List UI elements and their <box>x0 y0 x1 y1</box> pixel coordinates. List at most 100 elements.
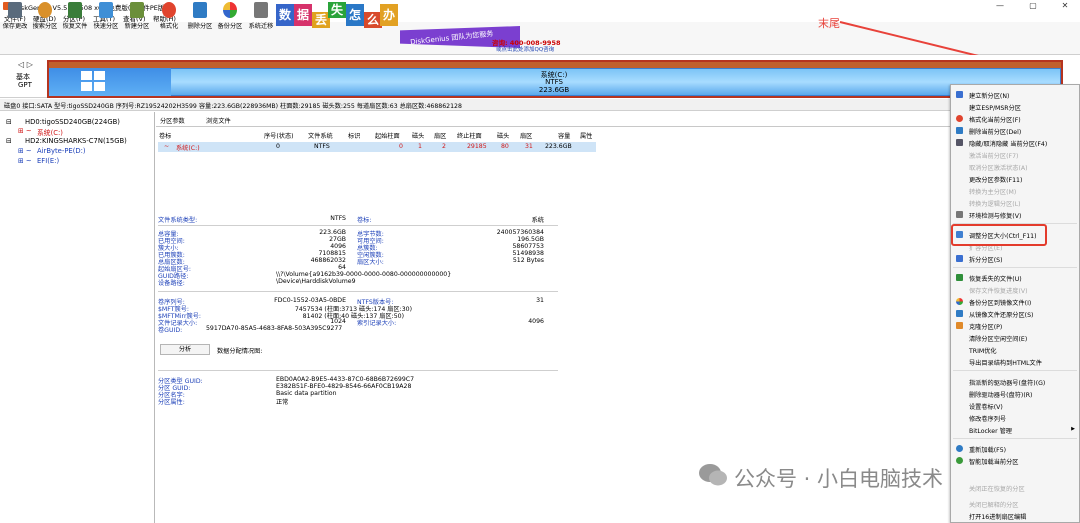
menu-item-trim[interactable]: TRIM优化 <box>951 344 1079 355</box>
col-capacity[interactable]: 容量 <box>558 131 570 140</box>
analyze-button[interactable]: 分析 <box>160 344 210 355</box>
save-changes-button[interactable]: 保存更改 <box>3 2 27 32</box>
banner-qq-link[interactable]: 或点击此处添加QQ咨询 <box>496 45 554 53</box>
col-label[interactable]: 卷标 <box>159 131 171 140</box>
detail-label: NTFS版本号: <box>357 299 394 306</box>
col-index[interactable]: 序号(状态) <box>264 131 294 140</box>
menu-item-bitlocker[interactable]: BitLocker 管理 ▶ <box>951 424 1079 435</box>
banner-char: 数 <box>276 4 294 26</box>
disk-nav-arrows[interactable]: ◁ ▷ <box>18 60 33 69</box>
menu-item-backup-image[interactable]: 备份分区到镜像文件(I) <box>951 296 1079 307</box>
menu-item-smart-load[interactable]: 智能加载当前分区 <box>951 455 1079 466</box>
recover-files-button[interactable]: 恢复文件 <box>63 2 87 32</box>
tree-item-airbyte[interactable]: AirByte-PE(D:) <box>37 147 86 155</box>
tree-item-efi[interactable]: EFI(E:) <box>37 157 59 165</box>
windows-logo-icon <box>81 71 105 91</box>
partition-fs: NTFS <box>545 78 563 86</box>
col-head2[interactable]: 磁头 <box>497 131 509 140</box>
col-end-cyl[interactable]: 终止柱面 <box>457 131 482 140</box>
highlight-box <box>951 224 1047 246</box>
tree-expand-icon[interactable]: ⊞ ~ <box>18 127 32 135</box>
detail-value: 27GB <box>329 236 346 243</box>
menu-item-esp-msr[interactable]: 建立ESP/MSR分区 <box>951 101 1079 112</box>
menu-item-save-progress[interactable]: 保存文件恢复进度(V) <box>951 284 1079 295</box>
trash-icon <box>956 127 963 134</box>
detail-value: 512 Bytes <box>512 257 544 264</box>
backup-icon <box>223 2 237 18</box>
col-id[interactable]: 标识 <box>348 131 360 140</box>
divider <box>158 291 558 292</box>
format-button[interactable]: 格式化 <box>158 2 180 32</box>
smart-load-icon <box>956 457 963 464</box>
detail-value: 正常 <box>276 399 289 406</box>
fs-type-value: NTFS <box>330 215 346 222</box>
menu-item-split[interactable]: 拆分分区(S) <box>951 253 1079 264</box>
cell-end-cyl: 29185 <box>467 143 487 150</box>
tree-item-hd0[interactable]: HD0:tigoSSD240GB(224GB) <box>25 118 120 126</box>
menu-item-delete[interactable]: 删除当前分区(Del) <box>951 125 1079 136</box>
quick-partition-button[interactable]: 快速分区 <box>94 2 118 32</box>
menu-item-change-serial[interactable]: 修改卷序列号 <box>951 412 1079 423</box>
menu-item-recover[interactable]: 恢复丢失的文件(U) <box>951 272 1079 283</box>
tree-expand-icon[interactable]: ⊟ <box>6 137 12 145</box>
backup-partition-button[interactable]: 备份分区 <box>218 2 242 32</box>
detail-value: Basic data partition <box>276 390 337 397</box>
menu-item-close-recovering[interactable]: 关闭正在恢复的分区 <box>951 482 1079 493</box>
delete-partition-button[interactable]: 删除分区 <box>188 2 212 32</box>
menu-item-to-logical[interactable]: 转换为逻辑分区(L) <box>951 197 1079 208</box>
banner-char: 据 <box>294 4 312 26</box>
col-sector2[interactable]: 扇区 <box>520 131 532 140</box>
menu-item-export-html[interactable]: 导出目录结构到HTML文件 <box>951 356 1079 367</box>
new-partition-button[interactable]: 新建分区 <box>125 2 149 32</box>
menu-item-assign-letter[interactable]: 指派新的驱动器号(盘符)(G) <box>951 376 1079 387</box>
disk-info-text: 磁盘0 接口:SATA 型号:tigoSSD240GB 序列号:RZ195242… <box>4 103 462 110</box>
menu-item-hex-editor[interactable]: 打开16进制扇区编辑 <box>951 510 1079 521</box>
menu-item-change-params[interactable]: 更改分区参数(F11) <box>951 173 1079 184</box>
menu-item-reload[interactable]: 重新加载(F5) <box>951 443 1079 454</box>
tab-browse-files[interactable]: 浏览文件 <box>206 116 231 125</box>
col-start-cyl[interactable]: 起始柱面 <box>375 131 400 140</box>
menu-item-close-interpreted[interactable]: 关闭已解释的分区 <box>951 498 1079 509</box>
menu-item-activate[interactable]: 激活当前分区(F7) <box>951 149 1079 160</box>
cell-head: 1 <box>418 143 422 150</box>
menu-item-restore-image[interactable]: 从镜像文件还原分区(S) <box>951 308 1079 319</box>
menu-item-new-partition[interactable]: 建立新分区(N) <box>951 89 1079 100</box>
banner-char: 怎 <box>346 4 364 26</box>
search-partition-button[interactable]: 搜索分区 <box>33 2 57 32</box>
detail-value: 1024 <box>330 318 346 325</box>
context-menu: 建立新分区(N) 建立ESP/MSR分区 格式化当前分区(F) 删除当前分区(D… <box>950 84 1080 523</box>
col-fs[interactable]: 文件系统 <box>308 131 333 140</box>
tree-expand-icon[interactable]: ⊞ ~ <box>18 147 32 155</box>
tab-divider <box>156 126 950 127</box>
system-migrate-button[interactable]: 系统迁移 <box>249 2 273 32</box>
partition-size: 223.6GB <box>538 86 570 94</box>
detail-value: E382B51F-BFE0-4829-8546-66AF0CB19A28 <box>276 383 412 390</box>
detail-value: 240057360384 <box>496 229 544 236</box>
menu-item-clone[interactable]: 克隆分区(P) <box>951 320 1079 331</box>
col-sector[interactable]: 扇区 <box>434 131 446 140</box>
col-attr[interactable]: 属性 <box>580 131 592 140</box>
menu-item-format[interactable]: 格式化当前分区(F) <box>951 113 1079 124</box>
menu-item-remove-letter[interactable]: 删除驱动器号(盘符)(R) <box>951 388 1079 399</box>
tree-expand-icon[interactable]: ⊞ ~ <box>18 157 32 165</box>
restore-icon <box>956 310 963 317</box>
tree-expand-icon[interactable]: ⊟ <box>6 118 12 126</box>
banner-char: 失 <box>328 2 346 18</box>
menu-item-set-label[interactable]: 设置卷标(V) <box>951 400 1079 411</box>
menu-separator <box>953 370 1077 371</box>
tree-item-system-c[interactable]: 系统(C:) <box>37 127 63 137</box>
col-head[interactable]: 磁头 <box>412 131 424 140</box>
format-icon <box>162 2 176 18</box>
menu-item-to-primary[interactable]: 转换为主分区(M) <box>951 185 1079 196</box>
menu-item-wipe-free[interactable]: 清除分区空闲空间(E) <box>951 332 1079 343</box>
device-path-value: \Device\HarddiskVolume9 <box>276 278 356 285</box>
recover-icon <box>956 274 963 281</box>
detail-value: EBD0A0A2-B9E5-4433-87C0-68B6B72699C7 <box>276 376 415 383</box>
migrate-icon <box>254 2 268 18</box>
cell-sector: 2 <box>442 143 446 150</box>
menu-item-hide[interactable]: 隐藏/取消隐藏 当前分区(F4) <box>951 137 1079 148</box>
tree-item-hd2[interactable]: HD2:KINGSHARKS-C7N(15GB) <box>25 137 127 145</box>
tab-partition-params[interactable]: 分区参数 <box>160 116 185 125</box>
menu-item-check-repair[interactable]: 环境检测与修复(V) <box>951 209 1079 220</box>
menu-item-deactivate[interactable]: 取消分区激活状态(A) <box>951 161 1079 172</box>
